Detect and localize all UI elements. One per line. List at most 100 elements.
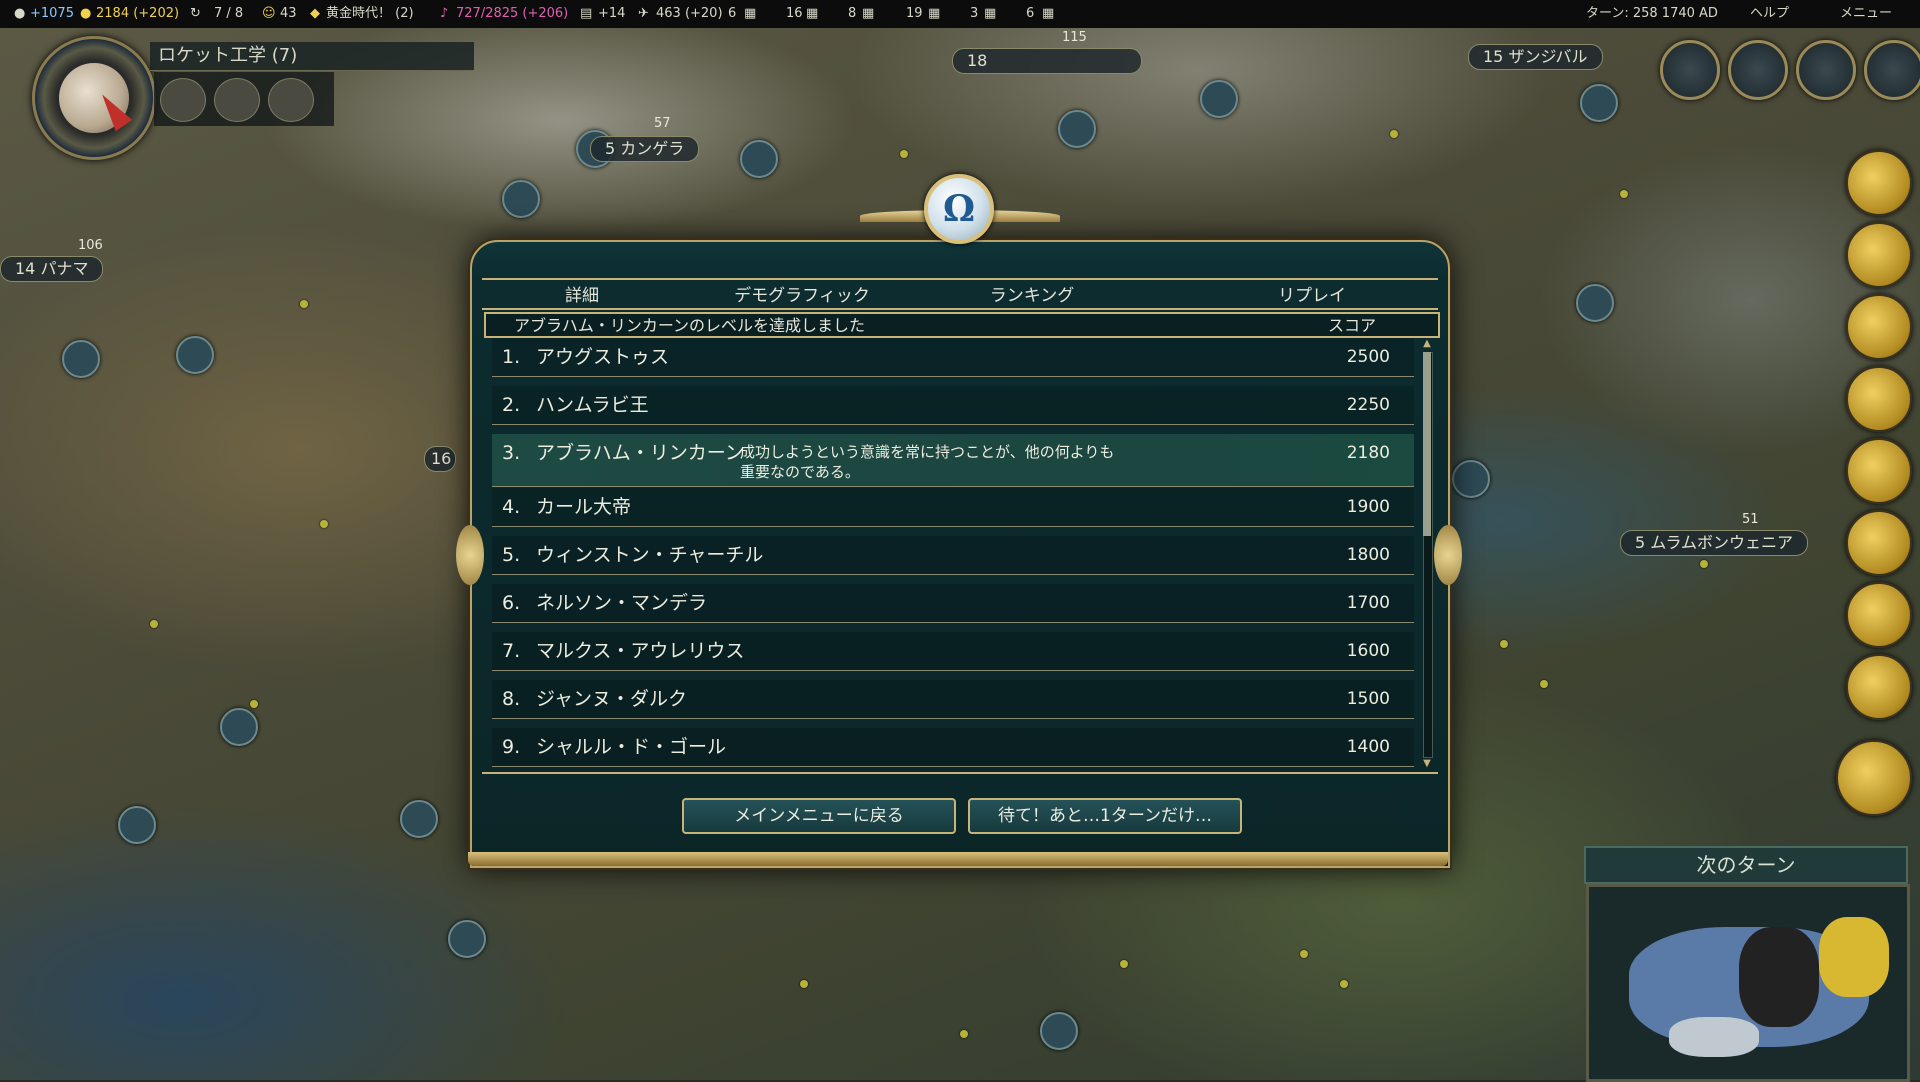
dialog-crest: Ω (860, 174, 1060, 244)
main-menu-button[interactable]: メインメニューに戻る (682, 798, 956, 834)
resource-count[interactable]: 3 (970, 0, 978, 28)
gold-icon: ● (80, 6, 92, 21)
resource-icon[interactable] (176, 336, 214, 374)
resource-count[interactable]: 16 (786, 0, 803, 28)
resource-icon[interactable] (1040, 1012, 1078, 1050)
tab-details[interactable]: 詳細 (522, 280, 642, 308)
rank-number: 9. (502, 736, 521, 758)
faith-icon: ✈ (638, 6, 649, 21)
ranking-row[interactable]: 1. アウグストゥス 2500 (492, 338, 1414, 377)
happiness-icon: ☺ (262, 6, 276, 21)
resource-icon[interactable] (1576, 284, 1614, 322)
resource-icon[interactable] (1580, 84, 1618, 122)
resource-count[interactable]: 6 (728, 0, 736, 28)
ranking-row[interactable]: 5. ウィンストン・チャーチル 1800 (492, 536, 1414, 575)
leader-score: 1700 (1346, 593, 1390, 613)
current-research[interactable]: ロケット工学 (7) (150, 42, 474, 71)
ranking-row[interactable]: 4. カール大帝 1900 (492, 488, 1414, 527)
notification-icon[interactable] (1846, 510, 1912, 576)
golden-age-status[interactable]: 黄金時代！ (2) (326, 0, 414, 28)
research-progress-ring[interactable] (32, 36, 156, 160)
rank-number: 4. (502, 496, 521, 518)
tab-rankings[interactable]: ランキング (952, 280, 1112, 308)
ranking-row-player[interactable]: 3. アブラハム・リンカーン 成功しようという意識を常に持つことが、他の何よりも… (492, 434, 1414, 487)
resource-icon[interactable] (400, 800, 438, 838)
science-value[interactable]: +1075 (30, 0, 74, 28)
help-button[interactable]: ヘルプ (1750, 0, 1789, 28)
resource-count[interactable]: 6 (1026, 0, 1034, 28)
gold-value[interactable]: 2184 (+202) (96, 0, 179, 28)
scroll-down-arrow-icon[interactable]: ▼ (1420, 758, 1434, 770)
city-banner[interactable]: 14 パナマ (0, 256, 104, 282)
one-more-turn-button[interactable]: 待て！あと…1ターンだけ… (968, 798, 1242, 834)
resource-icon[interactable] (1452, 460, 1490, 498)
resource-icon[interactable] (1058, 110, 1096, 148)
city-banner[interactable]: 18 (952, 48, 1142, 74)
city-banner[interactable]: 5 ムラムボンウェニア (1620, 530, 1809, 556)
resource-icon[interactable] (740, 140, 778, 178)
resource-icon[interactable] (118, 806, 156, 844)
turn-counter: ターン: 258 1740 AD (1586, 6, 1718, 21)
culture-value[interactable]: 727/2825 (+206) (456, 0, 568, 28)
tab-demographics[interactable]: デモグラフィック (702, 280, 902, 308)
leader-name: ネルソン・マンデラ (536, 592, 708, 614)
leader-score: 2250 (1346, 395, 1390, 415)
diplomacy-button[interactable] (1728, 40, 1788, 100)
city-banner[interactable]: 15 ザンジバル (1468, 44, 1603, 70)
city-banner[interactable]: 16 (424, 446, 456, 472)
menu-button[interactable]: メニュー (1840, 0, 1892, 28)
top-resource-bar: ● +1075 ● 2184 (+202) ↻ 7 / 8 ☺ 43 ◆ 黄金時… (0, 0, 1920, 28)
unlock-icon[interactable] (268, 78, 314, 122)
scroll-up-arrow-icon[interactable]: ▲ (1420, 338, 1434, 350)
achievement-caption: アブラハム・リンカーンのレベルを達成しました (514, 316, 866, 335)
notification-icon[interactable] (1836, 740, 1912, 816)
ranking-row[interactable]: 8. ジャンヌ・ダルク 1500 (492, 680, 1414, 719)
ranking-row[interactable]: 7. マルクス・アウレリウス 1600 (492, 632, 1414, 671)
next-turn-button[interactable]: 次のターン (1584, 846, 1908, 884)
notification-icon[interactable] (1846, 150, 1912, 216)
ranking-row[interactable]: 9. シャルル・ド・ゴール 1400 (492, 728, 1414, 767)
resource-icon[interactable] (62, 340, 100, 378)
leader-name: シャルル・ド・ゴール (536, 736, 727, 758)
ranking-row[interactable]: 6. ネルソン・マンデラ 1700 (492, 584, 1414, 623)
resource-icon[interactable] (220, 708, 258, 746)
leader-name: アウグストゥス (536, 346, 670, 368)
notification-icon[interactable] (1846, 654, 1912, 720)
science-icon: ● (14, 6, 26, 21)
leader-name: ウィンストン・チャーチル (536, 544, 764, 566)
ranking-row[interactable]: 2. ハンムラビ王 2250 (492, 386, 1414, 425)
resource-icon[interactable] (502, 180, 540, 218)
resource-count[interactable]: 8 (848, 0, 856, 28)
city-size: 15 (1483, 47, 1504, 66)
faith-value[interactable]: 463 (+20) (656, 0, 723, 28)
notification-icon[interactable] (1846, 222, 1912, 288)
military-overview-button[interactable] (1796, 40, 1856, 100)
right-ornament-icon (1434, 525, 1462, 585)
ranking-list[interactable]: 1. アウグストゥス 2500 2. ハンムラビ王 2250 3. アブラハム・… (484, 338, 1418, 770)
policy-icon: ↻ (190, 6, 201, 21)
resource-count[interactable]: 19 (906, 0, 923, 28)
leader-score: 1900 (1346, 497, 1390, 517)
scroll-thumb[interactable] (1423, 352, 1431, 536)
city-banner[interactable]: 5 カンゲラ (590, 136, 700, 162)
unlock-icon[interactable] (160, 78, 206, 122)
leader-score: 2500 (1346, 347, 1390, 367)
unlock-icon[interactable] (214, 78, 260, 122)
notification-icon[interactable] (1846, 582, 1912, 648)
leader-name: マルクス・アウレリウス (536, 640, 745, 662)
resource-icon[interactable] (1200, 80, 1238, 118)
policy-value[interactable]: 7 / 8 (214, 0, 243, 28)
notification-icon[interactable] (1846, 438, 1912, 504)
tab-replay[interactable]: リプレイ (1232, 280, 1392, 308)
ranking-scrollbar[interactable]: ▲ ▼ (1420, 338, 1434, 770)
advisor-button[interactable] (1660, 40, 1720, 100)
city-name: ムラムボンウェニア (1650, 533, 1794, 552)
notification-icon[interactable] (1846, 366, 1912, 432)
notification-icon[interactable] (1846, 294, 1912, 360)
tourism-value[interactable]: +14 (598, 0, 625, 28)
resource-icon[interactable] (448, 920, 486, 958)
minimap[interactable] (1586, 884, 1910, 1082)
civilopedia-button[interactable] (1864, 40, 1920, 100)
happiness-value[interactable]: 43 (280, 0, 297, 28)
resource-icon: ▦ (1042, 6, 1055, 21)
